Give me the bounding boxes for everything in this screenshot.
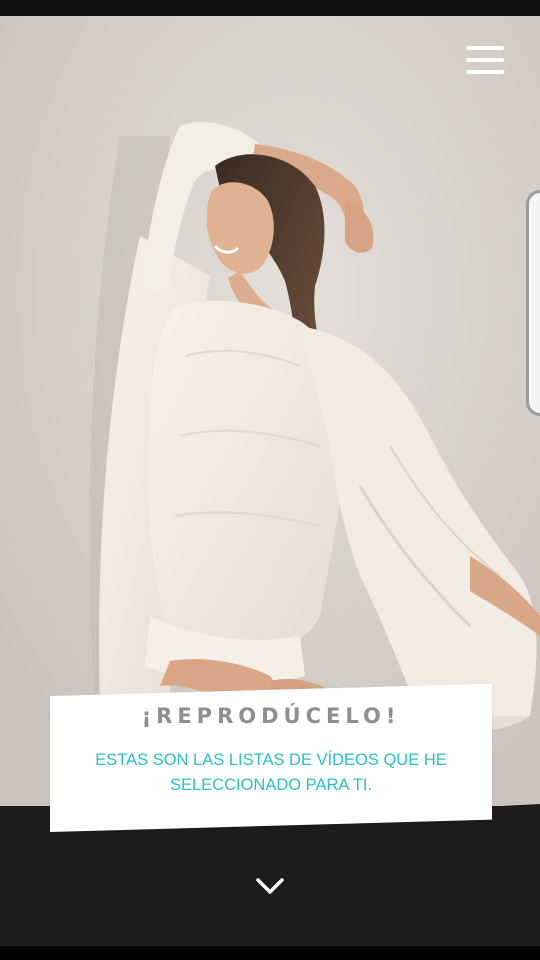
info-card: ¡REPRODÚCELO! ESTAS SON LAS LISTAS DE VÍ…: [50, 683, 492, 832]
menu-button[interactable]: [466, 46, 504, 74]
system-navigation-bar: [0, 946, 540, 960]
screen: ¡REPRODÚCELO! ESTAS SON LAS LISTAS DE VÍ…: [0, 0, 540, 960]
scroll-down-button[interactable]: [252, 874, 288, 900]
hamburger-menu-icon-line: [466, 70, 504, 74]
card-title: ¡REPRODÚCELO!: [141, 703, 401, 728]
status-bar: [0, 0, 540, 16]
card-description: ESTAS SON LAS LISTAS DE VÍDEOS QUE HE SE…: [95, 750, 447, 794]
edge-panel-handle[interactable]: [526, 190, 540, 416]
hamburger-menu-icon: [466, 46, 504, 50]
chevron-down-icon: [256, 878, 284, 894]
hamburger-menu-icon-line: [466, 58, 504, 62]
